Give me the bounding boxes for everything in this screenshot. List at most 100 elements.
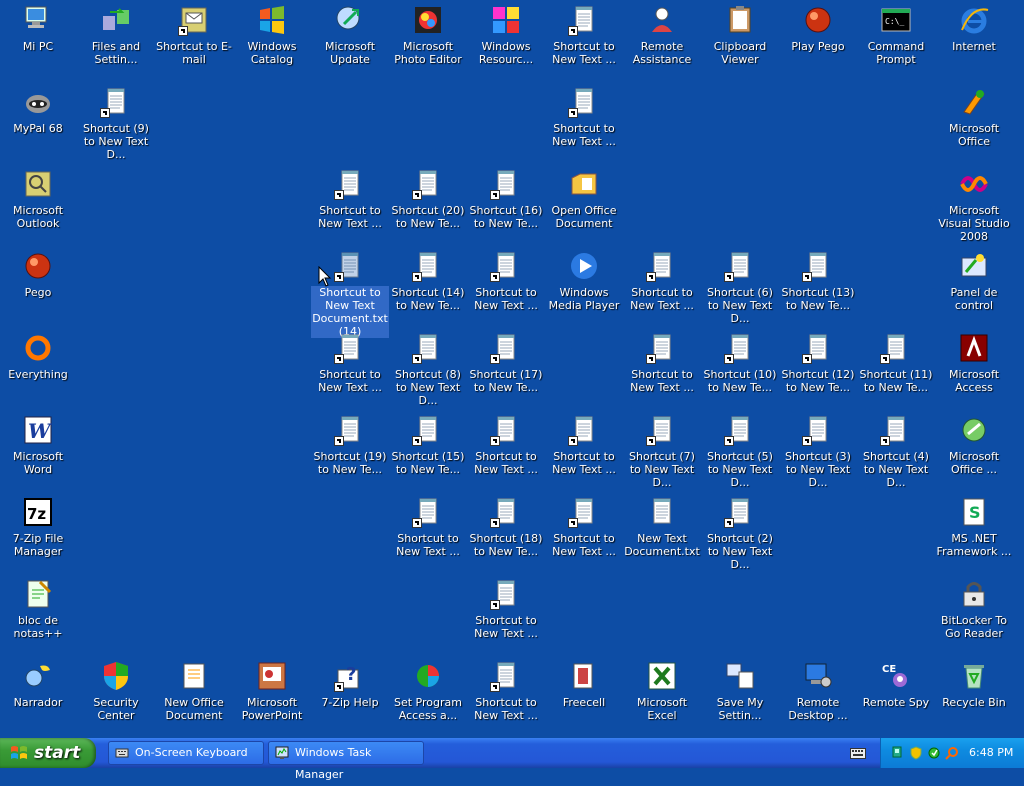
desktop-icon-save-my-settin[interactable]: Save My Settin... bbox=[701, 659, 779, 737]
desktop-icon-shortcut-to-new-text[interactable]: Shortcut to New Text ... bbox=[545, 3, 623, 81]
desktop-icon-shortcut-4-to-new-text-d[interactable]: Shortcut (4) to New Text D... bbox=[857, 413, 935, 491]
desktop-icon-shortcut-15-to-new-te[interactable]: Shortcut (15) to New Te... bbox=[389, 413, 467, 491]
desktop-icon-remote-desktop[interactable]: Remote Desktop ... bbox=[779, 659, 857, 737]
start-button[interactable]: start bbox=[0, 738, 96, 768]
desktop-icon-mypal-68[interactable]: MyPal 68 bbox=[0, 85, 77, 163]
recycle-bin-icon bbox=[958, 660, 990, 692]
desktop-icon-shortcut-to-new-text[interactable]: Shortcut to New Text ... bbox=[389, 495, 467, 573]
desktop-icon-shortcut-12-to-new-te[interactable]: Shortcut (12) to New Te... bbox=[779, 331, 857, 409]
desktop-icon-shortcut-2-to-new-text-d[interactable]: Shortcut (2) to New Text D... bbox=[701, 495, 779, 573]
desktop-icon-microsoft-visual-studio-2008[interactable]: Microsoft Visual Studio 2008 bbox=[935, 167, 1013, 245]
desktop-icon-new-text-document-txt[interactable]: New Text Document.txt bbox=[623, 495, 701, 573]
desktop-icon-label: Shortcut (12) to New Te... bbox=[781, 368, 855, 394]
security-icon[interactable] bbox=[927, 746, 941, 760]
desktop-icon-label: 7-Zip Help bbox=[321, 696, 379, 709]
desktop-icon-label: Shortcut (7) to New Text D... bbox=[629, 450, 695, 489]
desktop-icon-shortcut-to-new-text[interactable]: Shortcut to New Text ... bbox=[545, 413, 623, 491]
desktop-icon-recycle-bin[interactable]: Recycle Bin bbox=[935, 659, 1013, 737]
desktop-icon-label: 7-Zip File Manager bbox=[12, 532, 64, 558]
desktop-icon-shortcut-to-new-text[interactable]: Shortcut to New Text ... bbox=[545, 85, 623, 163]
desktop-icon-shortcut-14-to-new-te[interactable]: Shortcut (14) to New Te... bbox=[389, 249, 467, 327]
desktop-icon-label: Shortcut (13) to New Te... bbox=[781, 286, 855, 312]
shortcut-arrow-icon bbox=[724, 518, 734, 528]
desktop-icon-shortcut-9-to-new-text-d[interactable]: Shortcut (9) to New Text D... bbox=[77, 85, 155, 163]
desktop-icon-shortcut-10-to-new-te[interactable]: Shortcut (10) to New Te... bbox=[701, 331, 779, 409]
desktop-icon-shortcut-to-new-text[interactable]: Shortcut to New Text ... bbox=[467, 413, 545, 491]
desktop-icon-shortcut-13-to-new-te[interactable]: Shortcut (13) to New Te... bbox=[779, 249, 857, 327]
input-language-icon[interactable] bbox=[850, 748, 866, 759]
desktop-icon-ms-net-framework[interactable]: S MS .NET Framework ... bbox=[935, 495, 1013, 573]
task-windows-task-manager[interactable]: Windows Task Manager bbox=[268, 741, 424, 781]
desktop-icon-label: Shortcut (9) to New Text D... bbox=[83, 122, 149, 161]
desktop-icon-new-office-document[interactable]: New Office Document bbox=[155, 659, 233, 737]
desktop-icon-shortcut-to-new-text[interactable]: Shortcut to New Text ... bbox=[467, 249, 545, 327]
desktop-icon-windows-media-player[interactable]: Windows Media Player bbox=[545, 249, 623, 327]
desktop-icon-shortcut-to-e-mail[interactable]: Shortcut to E-mail bbox=[155, 3, 233, 81]
desktop-icon-7-zip-help[interactable]: ? 7-Zip Help bbox=[311, 659, 389, 737]
desktop-icon-remote-assistance[interactable]: Remote Assistance bbox=[623, 3, 701, 81]
desktop-icon-clipboard-viewer[interactable]: Clipboard Viewer bbox=[701, 3, 779, 81]
desktop-icon-security-center[interactable]: Security Center bbox=[77, 659, 155, 737]
desktop-icon-bitlocker-to-go-reader[interactable]: BitLocker To Go Reader bbox=[935, 577, 1013, 655]
desktop-icon-open-office-document[interactable]: Open Office Document bbox=[545, 167, 623, 245]
desktop-icon-label: Microsoft Visual Studio 2008 bbox=[938, 204, 1010, 243]
desktop-icon-files-and-settin[interactable]: Files and Settin... bbox=[77, 3, 155, 81]
search-icon[interactable] bbox=[945, 746, 959, 760]
desktop-icon-shortcut-to-new-text[interactable]: Shortcut to New Text ... bbox=[467, 577, 545, 655]
desktop-icon-shortcut-7-to-new-text-d[interactable]: Shortcut (7) to New Text D... bbox=[623, 413, 701, 491]
desktop-icon-panel-de-control[interactable]: Panel de control bbox=[935, 249, 1013, 327]
desktop-icon-everything[interactable]: Everything bbox=[0, 331, 77, 409]
desktop-icon-narrador[interactable]: Narrador bbox=[0, 659, 77, 737]
desktop-icon-microsoft-outlook[interactable]: Microsoft Outlook bbox=[0, 167, 77, 245]
desktop-icon-shortcut-5-to-new-text-d[interactable]: Shortcut (5) to New Text D... bbox=[701, 413, 779, 491]
desktop-icon-mi-pc[interactable]: Mi PC bbox=[0, 3, 77, 81]
office-icon bbox=[958, 86, 990, 118]
desktop-icon-shortcut-to-new-text[interactable]: Shortcut to New Text ... bbox=[311, 167, 389, 245]
desktop-icon-microsoft-update[interactable]: Microsoft Update bbox=[311, 3, 389, 81]
desktop-icon-shortcut-6-to-new-text-d[interactable]: Shortcut (6) to New Text D... bbox=[701, 249, 779, 327]
desktop-icon-set-program-access-a[interactable]: Set Program Access a... bbox=[389, 659, 467, 737]
desktop-icon-label: Shortcut (17) to New Te... bbox=[469, 368, 543, 394]
shortcut-arrow-icon bbox=[646, 436, 656, 446]
desktop-icon-windows-catalog[interactable]: Windows Catalog bbox=[233, 3, 311, 81]
desktop-icon-freecell[interactable]: Freecell bbox=[545, 659, 623, 737]
desktop-icon-shortcut-to-new-text[interactable]: Shortcut to New Text ... bbox=[311, 331, 389, 409]
desktop-icon-7-zip-file-manager[interactable]: 7z 7-Zip File Manager bbox=[0, 495, 77, 573]
desktop-icon-shortcut-to-new-text[interactable]: Shortcut to New Text ... bbox=[623, 249, 701, 327]
desktop-icon-microsoft-powerpoint[interactable]: Microsoft PowerPoint bbox=[233, 659, 311, 737]
desktop-icon-shortcut-8-to-new-text-d[interactable]: Shortcut (8) to New Text D... bbox=[389, 331, 467, 409]
task-on-screen-keyboard[interactable]: On-Screen Keyboard bbox=[108, 741, 264, 765]
desktop-icon-shortcut-3-to-new-text-d[interactable]: Shortcut (3) to New Text D... bbox=[779, 413, 857, 491]
desktop-icon-shortcut-11-to-new-te[interactable]: Shortcut (11) to New Te... bbox=[857, 331, 935, 409]
shield-icon[interactable] bbox=[909, 746, 923, 760]
svg-text:7z: 7z bbox=[27, 505, 46, 523]
desktop-icon-windows-resourc[interactable]: Windows Resourc... bbox=[467, 3, 545, 81]
desktop-icon-microsoft-photo-editor[interactable]: Microsoft Photo Editor bbox=[389, 3, 467, 81]
desktop-icon-shortcut-17-to-new-te[interactable]: Shortcut (17) to New Te... bbox=[467, 331, 545, 409]
desktop-icon-shortcut-to-new-text[interactable]: Shortcut to New Text ... bbox=[545, 495, 623, 573]
desktop-icon-microsoft-word[interactable]: W Microsoft Word bbox=[0, 413, 77, 491]
desktop-icon-shortcut-20-to-new-te[interactable]: Shortcut (20) to New Te... bbox=[389, 167, 467, 245]
desktop-icon-shortcut-to-new-text[interactable]: Shortcut to New Text ... bbox=[623, 331, 701, 409]
desktop-icon-pego[interactable]: Pego bbox=[0, 249, 77, 327]
desktop-icon-shortcut-18-to-new-te[interactable]: Shortcut (18) to New Te... bbox=[467, 495, 545, 573]
desktop-icon-microsoft-office[interactable]: Microsoft Office bbox=[935, 85, 1013, 163]
desktop-icon-microsoft-office[interactable]: Microsoft Office ... bbox=[935, 413, 1013, 491]
network-icon[interactable] bbox=[891, 746, 905, 760]
desktop-icon-play-pego[interactable]: Play Pego bbox=[779, 3, 857, 81]
desktop-icon-shortcut-to-new-text[interactable]: Shortcut to New Text ... bbox=[467, 659, 545, 737]
desktop-icon-microsoft-access[interactable]: Microsoft Access bbox=[935, 331, 1013, 409]
desktop-icon-microsoft-excel[interactable]: Microsoft Excel bbox=[623, 659, 701, 737]
desktop-icon-internet[interactable]: Internet bbox=[935, 3, 1013, 81]
everything-icon bbox=[22, 332, 54, 364]
desktop-icon-label: New Office Document bbox=[164, 696, 224, 722]
shortcut-arrow-icon bbox=[490, 682, 500, 692]
desktop-icon-bloc-de-notas[interactable]: bloc de notas++ bbox=[0, 577, 77, 655]
desktop-icon-command-prompt[interactable]: C:\_ Command Prompt bbox=[857, 3, 935, 81]
desktop-icon-shortcut-16-to-new-te[interactable]: Shortcut (16) to New Te... bbox=[467, 167, 545, 245]
outlook-icon bbox=[22, 168, 54, 200]
clock[interactable]: 6:48 PM bbox=[969, 738, 1013, 768]
desktop-icon-remote-spy[interactable]: CE Remote Spy bbox=[857, 659, 935, 737]
desktop-icon-label: Microsoft Access bbox=[948, 368, 1000, 394]
desktop-icon-shortcut-19-to-new-te[interactable]: Shortcut (19) to New Te... bbox=[311, 413, 389, 491]
